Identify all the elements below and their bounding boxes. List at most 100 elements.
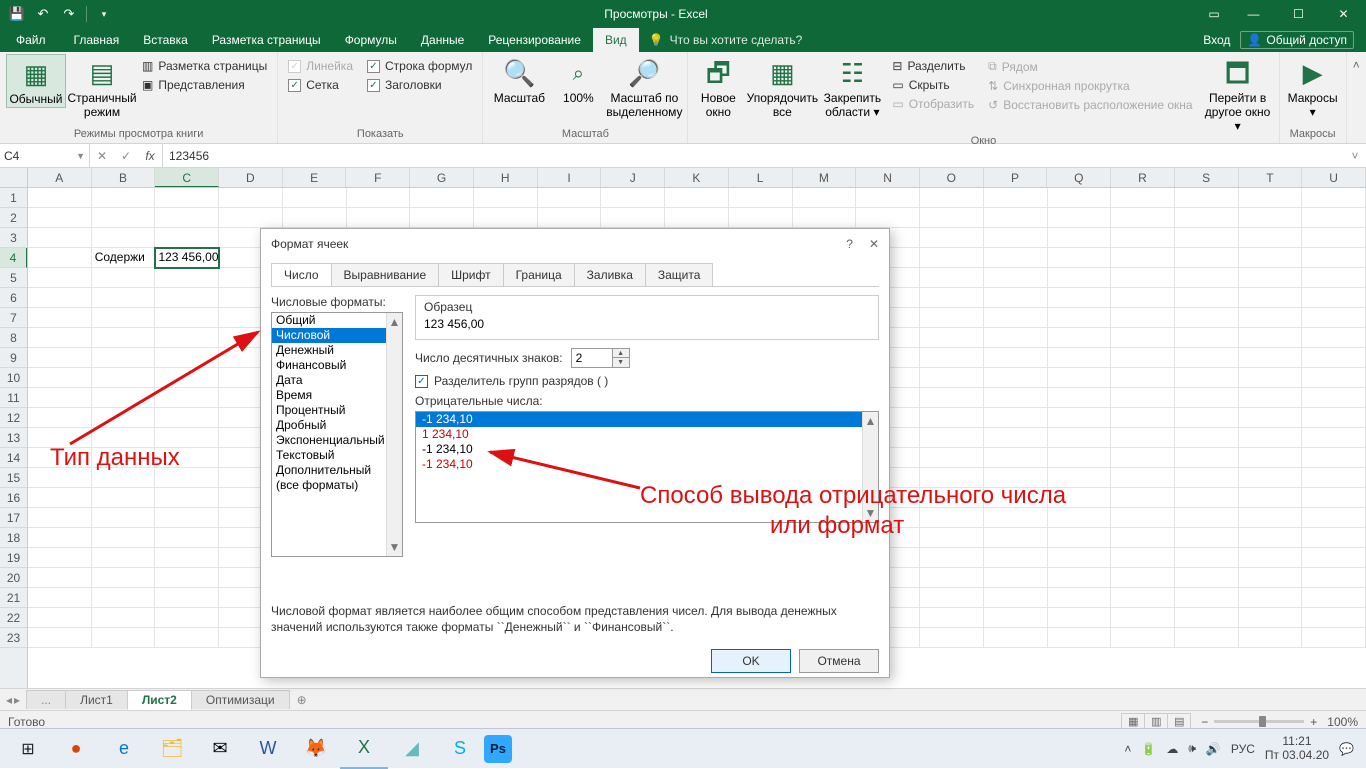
cell[interactable] — [920, 388, 984, 408]
cell[interactable] — [92, 328, 156, 348]
cell[interactable] — [1111, 328, 1175, 348]
cell[interactable] — [1175, 588, 1239, 608]
cell[interactable] — [920, 348, 984, 368]
cell[interactable] — [1175, 468, 1239, 488]
cell[interactable] — [1111, 268, 1175, 288]
zoom-button[interactable]: 🔍Масштаб — [489, 54, 549, 106]
cell[interactable] — [984, 248, 1048, 268]
cell[interactable] — [1302, 468, 1366, 488]
close-icon[interactable]: ✕ — [1321, 0, 1366, 28]
cell[interactable] — [155, 288, 219, 308]
cell[interactable] — [92, 228, 156, 248]
tab-file[interactable]: Файл — [0, 28, 62, 52]
tray-chevron-icon[interactable]: ˄ — [1124, 742, 1131, 756]
cell[interactable] — [1302, 268, 1366, 288]
cell[interactable] — [1239, 368, 1303, 388]
normal-view-button[interactable]: ▦Обычный — [6, 54, 66, 108]
row-header[interactable]: 17 — [0, 508, 27, 528]
cancel-edit-icon[interactable]: ✕ — [90, 149, 114, 163]
cell[interactable] — [1302, 448, 1366, 468]
macros-button[interactable]: ▶Макросы ▾ — [1286, 54, 1340, 120]
col-header[interactable]: K — [665, 168, 729, 187]
formula-input[interactable]: 123456 — [163, 144, 1344, 167]
cell[interactable] — [155, 528, 219, 548]
cell[interactable] — [1239, 188, 1303, 208]
cell[interactable] — [920, 268, 984, 288]
col-header[interactable]: S — [1175, 168, 1239, 187]
cell[interactable] — [92, 348, 156, 368]
cell[interactable] — [474, 208, 538, 228]
formula-bar-checkbox[interactable]: ✓Строка формул — [363, 58, 476, 74]
share-button[interactable]: 👤Общий доступ — [1240, 31, 1354, 49]
cell[interactable] — [1175, 208, 1239, 228]
cell[interactable] — [920, 528, 984, 548]
switch-window-button[interactable]: 🗖Перейти в другое окно ▾ — [1203, 54, 1273, 133]
cell[interactable] — [729, 188, 793, 208]
cell[interactable] — [984, 528, 1048, 548]
cell[interactable] — [1302, 288, 1366, 308]
cell[interactable] — [28, 368, 92, 388]
cell[interactable] — [347, 188, 411, 208]
start-button[interactable]: ⊞ — [4, 729, 52, 769]
cell[interactable] — [1302, 188, 1366, 208]
row-header[interactable]: 7 — [0, 308, 27, 328]
tray-clock[interactable]: 11:21Пт 03.04.20 — [1265, 735, 1329, 763]
cell[interactable] — [92, 268, 156, 288]
cell[interactable] — [28, 348, 92, 368]
hide-button[interactable]: ▭Скрыть — [888, 77, 978, 93]
cell[interactable] — [1239, 388, 1303, 408]
cell[interactable] — [1239, 228, 1303, 248]
cell[interactable] — [155, 228, 219, 248]
cell[interactable] — [1175, 228, 1239, 248]
col-header[interactable]: C — [155, 168, 219, 187]
help-icon[interactable]: ? — [846, 237, 853, 251]
cell[interactable] — [1239, 548, 1303, 568]
category-item[interactable]: Текстовый — [272, 448, 402, 463]
sheet-nav[interactable]: ◂▸ — [0, 693, 26, 707]
cell[interactable] — [1048, 328, 1112, 348]
cell[interactable] — [1302, 388, 1366, 408]
cell[interactable] — [1048, 448, 1112, 468]
cell[interactable] — [155, 568, 219, 588]
tab-data[interactable]: Данные — [409, 28, 476, 52]
cell[interactable] — [984, 228, 1048, 248]
taskbar-app-icon[interactable]: ◢ — [388, 729, 436, 769]
chevron-right-icon[interactable]: ▸ — [14, 693, 20, 707]
cell[interactable] — [155, 548, 219, 568]
cell[interactable] — [920, 428, 984, 448]
cell[interactable] — [1239, 528, 1303, 548]
cell[interactable] — [1111, 628, 1175, 648]
cell[interactable] — [1302, 568, 1366, 588]
col-header[interactable]: T — [1239, 168, 1303, 187]
tray-volume-icon[interactable]: 🔊 — [1206, 742, 1221, 756]
cell[interactable] — [984, 428, 1048, 448]
col-header[interactable]: G — [410, 168, 474, 187]
cell[interactable] — [1175, 528, 1239, 548]
cell[interactable] — [601, 208, 665, 228]
cell[interactable] — [1175, 188, 1239, 208]
cell[interactable] — [984, 488, 1048, 508]
redo-icon[interactable]: ↷ — [58, 3, 80, 25]
cell[interactable] — [984, 348, 1048, 368]
cell[interactable]: Содержи — [92, 248, 156, 268]
cell[interactable] — [984, 268, 1048, 288]
cell[interactable] — [665, 208, 729, 228]
cell[interactable] — [155, 328, 219, 348]
minimize-icon[interactable]: — — [1231, 0, 1276, 28]
cell[interactable] — [92, 308, 156, 328]
cell[interactable] — [1302, 308, 1366, 328]
cell[interactable] — [1239, 408, 1303, 428]
row-header[interactable]: 22 — [0, 608, 27, 628]
cell[interactable] — [1111, 508, 1175, 528]
cell[interactable] — [1048, 188, 1112, 208]
cell[interactable] — [729, 208, 793, 228]
qat-customize-icon[interactable]: ▾ — [93, 3, 115, 25]
cell[interactable] — [1175, 448, 1239, 468]
col-header[interactable]: D — [219, 168, 283, 187]
tab-page-layout[interactable]: Разметка страницы — [200, 28, 333, 52]
cell[interactable] — [1302, 508, 1366, 528]
cell[interactable] — [1302, 328, 1366, 348]
row-header[interactable]: 21 — [0, 588, 27, 608]
col-header[interactable]: E — [283, 168, 347, 187]
cell[interactable] — [1048, 508, 1112, 528]
